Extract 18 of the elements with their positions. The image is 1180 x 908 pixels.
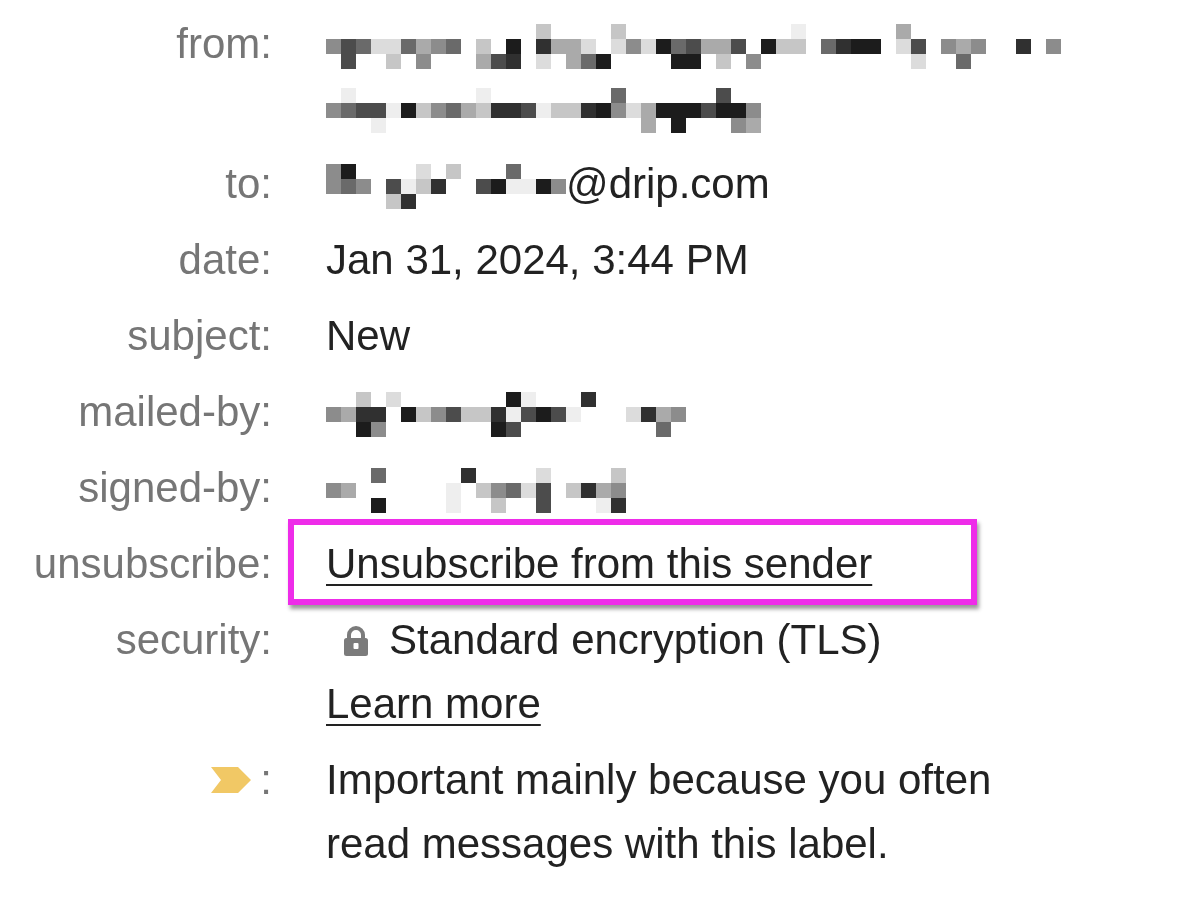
lock-icon	[343, 626, 369, 656]
field-label: unsubscribe:	[33, 539, 272, 589]
text-link[interactable]: Learn more	[326, 680, 541, 727]
text-link[interactable]: Unsubscribe from this sender	[326, 540, 873, 587]
field-label: signed-by:	[78, 463, 272, 513]
field-label: mailed-by:	[78, 387, 272, 437]
value-text: New	[326, 312, 411, 359]
field-label: :	[260, 755, 272, 805]
field-label: subject:	[127, 311, 272, 361]
value-text: Standard encryption (TLS)	[389, 616, 882, 663]
field-label: date:	[178, 235, 272, 285]
field-label: from:	[176, 19, 272, 69]
value-text: @drip.com	[566, 160, 770, 207]
importance-marker-icon	[211, 767, 252, 793]
value-text: Jan 31, 2024, 3:44 PM	[326, 236, 749, 283]
field-label: to:	[225, 159, 272, 209]
field-label: security:	[115, 615, 272, 665]
value-text: Important mainly because you often read messages with this label.	[326, 756, 992, 867]
